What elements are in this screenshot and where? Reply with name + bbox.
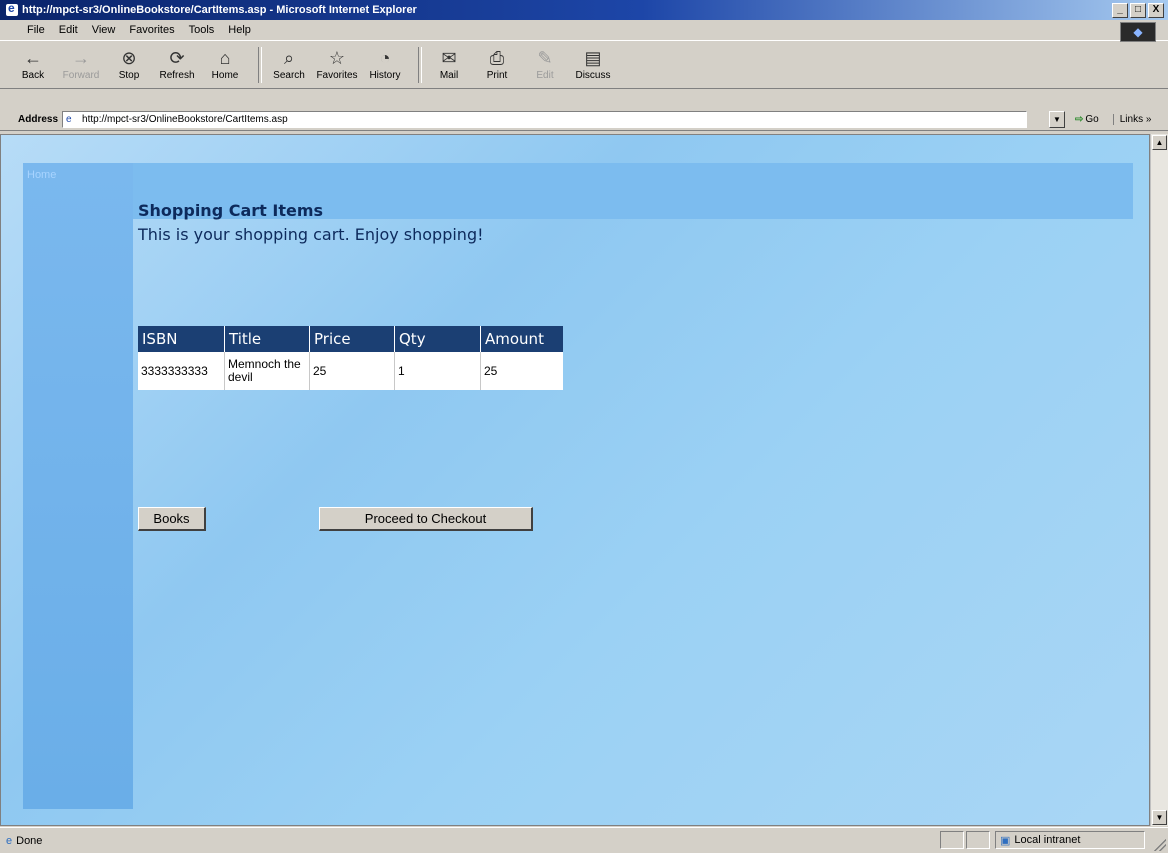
menu-help[interactable]: Help [221,24,258,36]
window-controls: _ □ X [1112,2,1164,18]
menu-tools[interactable]: Tools [182,24,222,36]
address-bar: Address e http://mpct-sr3/OnlineBookstor… [0,109,1168,131]
discuss-label: Discuss [575,70,611,81]
column-header-qty: Qty [394,326,481,352]
refresh-icon: ⟳ [169,48,185,68]
window-title: http://mpct-sr3/OnlineBookstore/CartItem… [22,4,417,16]
refresh-button[interactable]: ⟳ Refresh [156,43,198,87]
minimize-button[interactable]: _ [1112,2,1128,18]
forward-label: Forward [62,70,100,81]
left-nav-panel: Home [23,163,133,809]
menu-view[interactable]: View [85,24,123,36]
favorites-label: Favorites [316,70,358,81]
edit-label: Edit [536,70,554,81]
column-header-amount: Amount [480,326,563,352]
discuss-icon: ▤ [584,48,602,68]
print-icon: ⎙ [489,48,505,68]
ie-logo-icon [6,1,18,16]
print-label: Print [486,70,508,81]
security-zone: ▣ Local intranet [995,831,1145,849]
page-title: Shopping Cart Items [138,201,324,220]
cell-title: Memnoch the devil [224,352,310,390]
cell-amount: 25 [484,363,498,378]
go-button[interactable]: ⇨ Go [1075,114,1099,125]
status-bar: e Done ▣ Local intranet [0,827,1168,853]
table-header-row: ISBN Title Price Qty Amount [138,326,563,352]
page-viewport: Home Shopping Cart Items This is your sh… [0,134,1150,826]
favorites-icon: ☆ [328,48,346,68]
mail-icon: ✉ [441,48,457,68]
resize-grip[interactable] [1154,839,1166,851]
history-label: History [369,70,401,81]
mail-button[interactable]: ✉ Mail [428,43,470,87]
print-button[interactable]: ⎙ Print [476,43,518,87]
scroll-down-button[interactable]: ▼ [1152,810,1167,825]
maximize-button[interactable]: □ [1130,2,1146,18]
history-button[interactable]: ◔ History [364,43,406,87]
zone-label: Local intranet [1014,834,1081,846]
windows-throbber-icon: ◆ [1120,22,1156,42]
go-label: Go [1085,114,1099,125]
column-header-isbn: ISBN [138,326,225,352]
forward-arrow-icon: → [72,48,90,68]
address-label: Address [18,114,59,125]
close-button[interactable]: X [1148,2,1164,18]
proceed-to-checkout-button[interactable]: Proceed to Checkout [319,507,533,531]
page-subtitle: This is your shopping cart. Enjoy shoppi… [138,225,484,244]
column-header-price: Price [309,326,395,352]
mail-label: Mail [439,70,459,81]
intranet-zone-icon: ▣ [1000,834,1011,847]
search-label: Search [273,70,305,81]
status-panes [940,831,992,849]
search-icon: ⌕ [283,48,295,68]
links-button[interactable]: Links » [1112,114,1151,125]
edit-icon: ✎ [537,48,553,68]
menu-edit[interactable]: Edit [52,24,85,36]
table-row: 3333333333 Memnoch the devil 25 1 25 [138,352,563,390]
discuss-button[interactable]: ▤ Discuss [572,43,614,87]
status-label: Done [16,834,43,847]
standard-toolbar: ← Back → Forward ⊗ Stop ⟳ Refresh ⌂ Home… [0,41,1168,89]
page-done-icon: e [6,834,13,847]
address-dropdown-button[interactable]: ▼ [1049,111,1066,128]
home-button[interactable]: ⌂ Home [204,43,246,87]
favorites-button[interactable]: ☆ Favorites [316,43,358,87]
cart-table: ISBN Title Price Qty Amount 3333333333 M… [138,326,563,390]
stop-label: Stop [118,70,140,81]
home-label: Home [211,70,239,81]
status-text: e Done [6,835,42,847]
home-link[interactable]: Home [27,169,56,181]
back-label: Back [21,70,45,81]
scroll-up-button[interactable]: ▲ [1152,135,1167,150]
refresh-label: Refresh [159,70,195,81]
back-arrow-icon: ← [24,48,42,68]
toolbar-separator [418,46,422,83]
edit-button[interactable]: ✎ Edit [524,43,566,87]
search-button[interactable]: ⌕ Search [268,43,310,87]
status-pane [966,831,990,849]
go-arrow-icon: ⇨ [1075,114,1084,125]
back-button[interactable]: ← Back [12,43,54,87]
menu-bar: File Edit View Favorites Tools Help [0,20,1168,41]
toolbar-separator [258,46,262,83]
title-bar: http://mpct-sr3/OnlineBookstore/CartItem… [0,0,1168,20]
forward-button[interactable]: → Forward [60,43,102,87]
page-icon: e [66,113,72,125]
column-header-title: Title [224,326,310,352]
history-icon: ◔ [379,48,391,68]
menu-favorites[interactable]: Favorites [122,24,181,36]
status-pane [940,831,964,849]
address-url: http://mpct-sr3/OnlineBookstore/CartItem… [82,114,288,125]
home-icon: ⌂ [219,48,231,68]
cell-isbn: 3333333333 [138,352,225,390]
stop-button[interactable]: ⊗ Stop [108,43,150,87]
stop-icon: ⊗ [121,48,137,68]
cell-price: 25 [309,352,395,390]
books-button[interactable]: Books [138,507,206,531]
address-input[interactable]: e http://mpct-sr3/OnlineBookstore/CartIt… [62,111,1028,128]
vertical-scrollbar[interactable]: ▲ ▼ [1150,134,1168,826]
menu-file[interactable]: File [20,24,52,36]
cell-qty: 1 [394,352,481,390]
